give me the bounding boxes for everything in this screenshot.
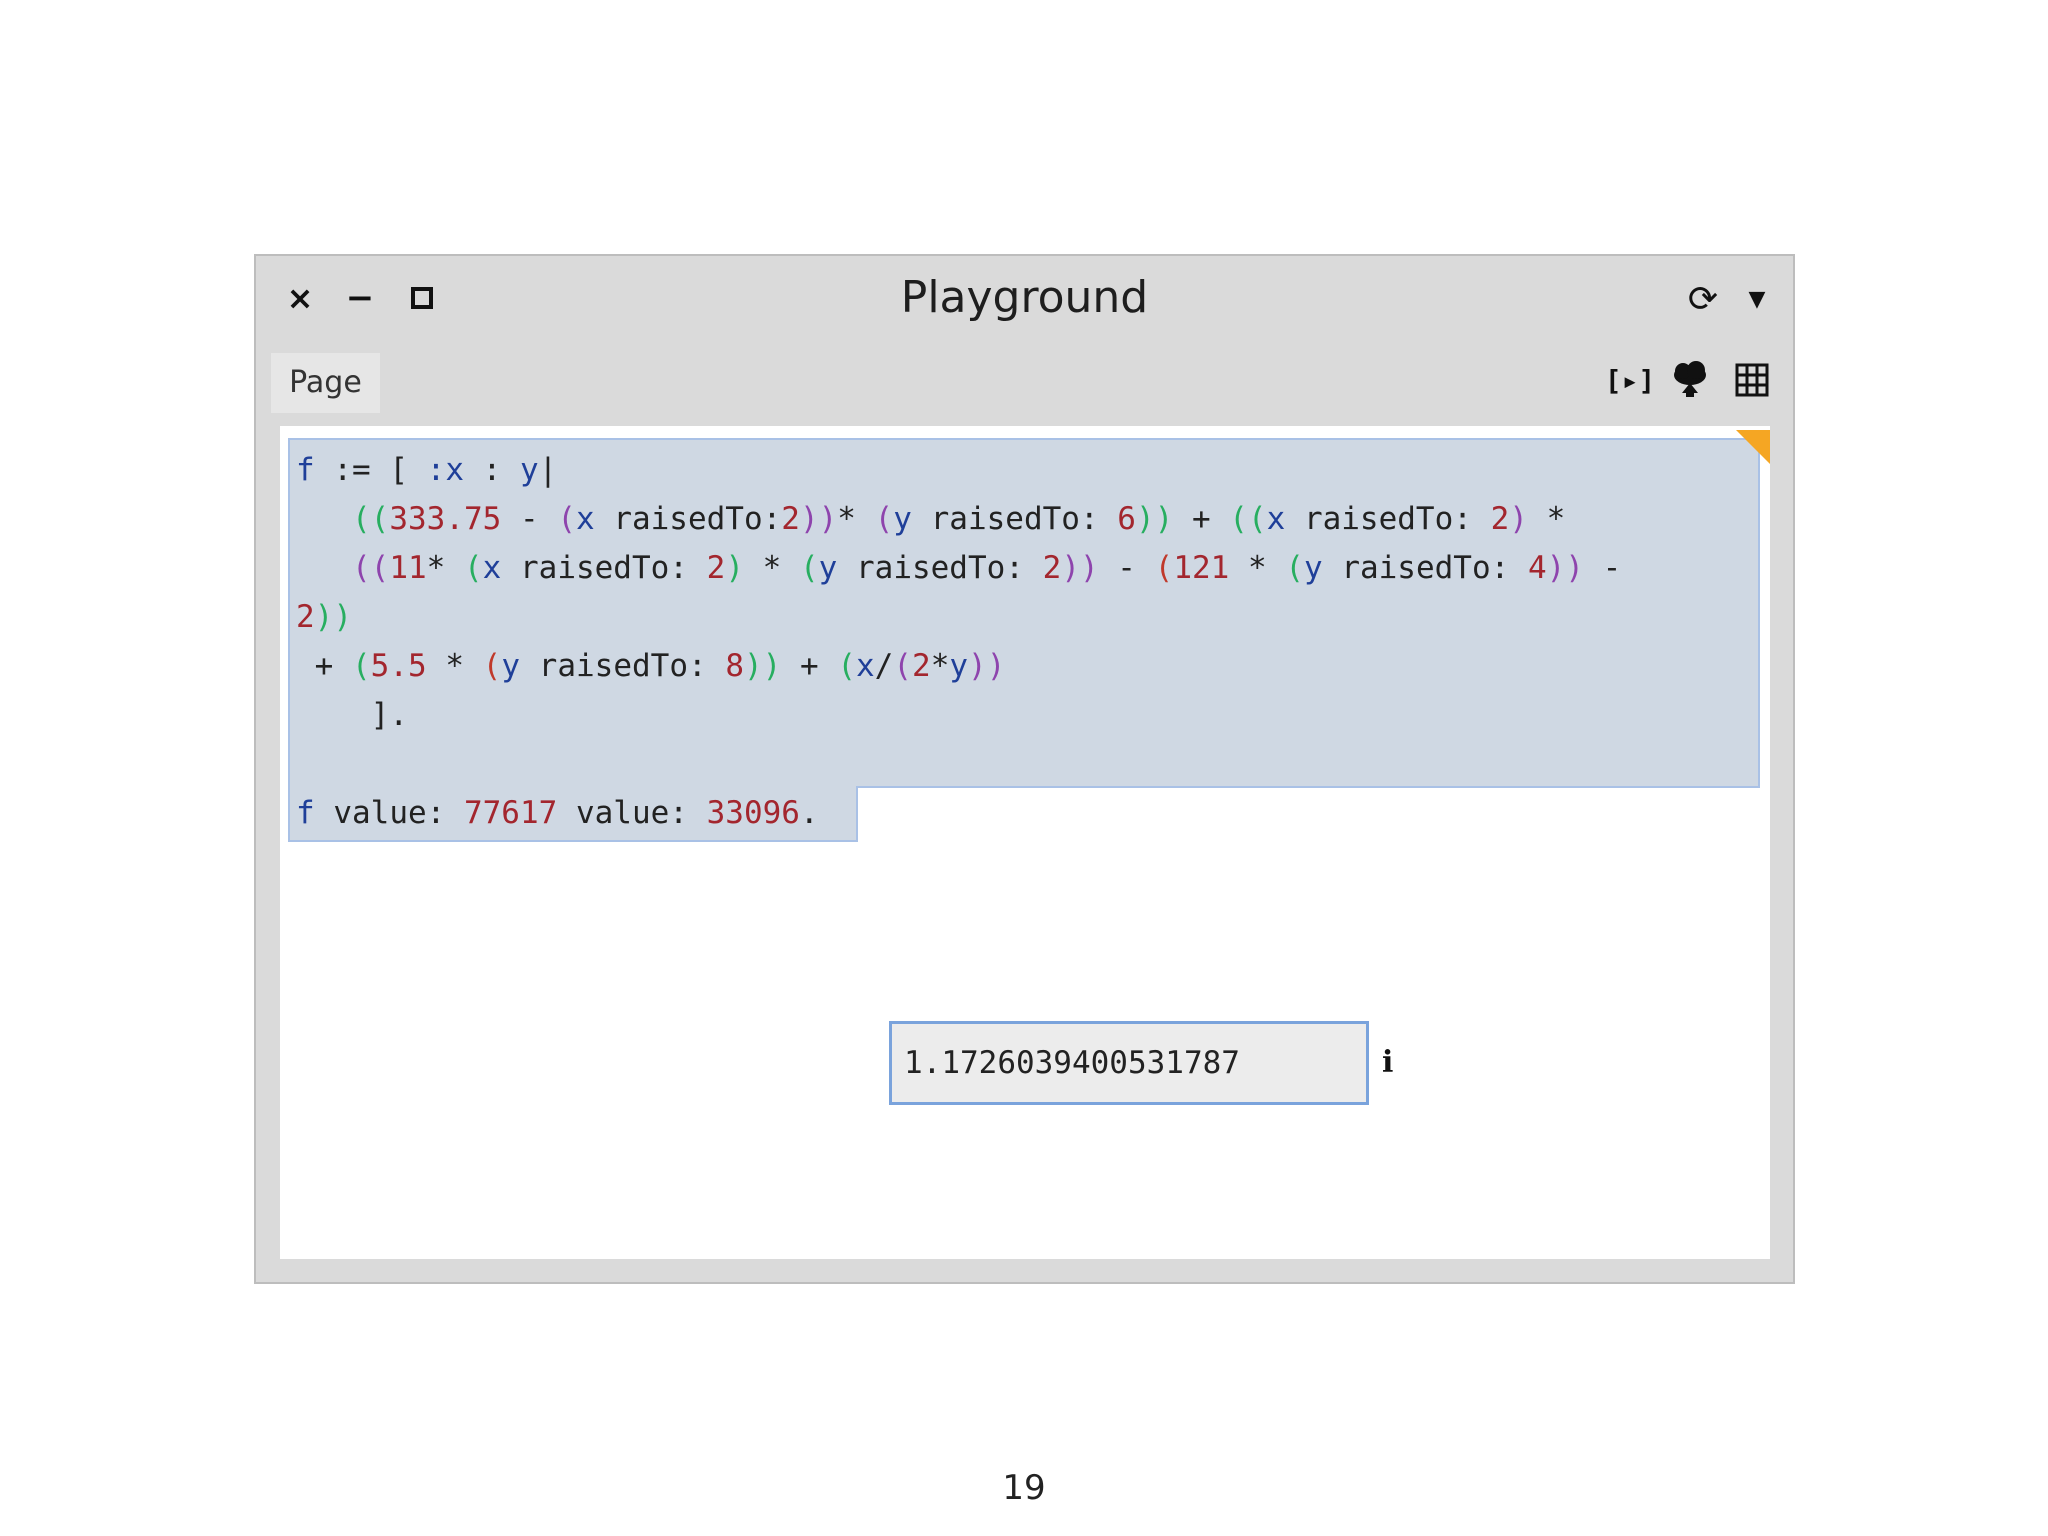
code-token: := [ (314, 452, 427, 488)
refresh-icon[interactable]: ⟳ (1681, 278, 1725, 322)
code-token: raisedTo: (520, 648, 726, 684)
code-token: raisedTo: (837, 550, 1043, 586)
code-token: ( (893, 648, 913, 684)
code-token: * (1229, 550, 1286, 586)
code-token: 2 (781, 501, 800, 537)
code-token: )) (968, 648, 1006, 684)
code-token: x (575, 501, 595, 537)
code-token: y (893, 501, 912, 537)
window-title: Playground (900, 272, 1149, 323)
chevron-down-icon[interactable]: ▼ (1739, 278, 1775, 322)
code-token: ( (557, 501, 576, 537)
code-token: :x (426, 452, 464, 488)
code-token: . (799, 795, 819, 831)
code-token: )) (1135, 501, 1174, 537)
code-token: ( (874, 501, 894, 537)
code-token: 2 (1042, 550, 1062, 586)
code-token: value: (557, 795, 707, 831)
info-icon[interactable]: i (1382, 1021, 1406, 1105)
code-token: y (501, 648, 521, 684)
code-token: + (296, 648, 352, 684)
code-token: 8 (725, 648, 744, 684)
code-token: - (1583, 550, 1622, 586)
code-token: ) (1509, 501, 1528, 537)
code-token: )) (744, 648, 782, 684)
code-token: ( (837, 648, 856, 684)
code-token: y (818, 550, 838, 586)
code-token: 11 (389, 550, 427, 586)
code-token: 4 (1527, 550, 1547, 586)
code-token: 77617 (463, 795, 558, 831)
code-token: )) (1061, 550, 1099, 586)
page-number: 19 (1002, 1468, 1046, 1508)
code-token: ]. (296, 697, 408, 733)
slide: × − Playground ⟳ ▼ Page [▸] f:= [:x: … (0, 0, 2048, 1536)
code-token: 33096 (706, 795, 800, 831)
code-token: f (296, 795, 315, 831)
code-token: 2 (912, 648, 931, 684)
code-token: (( (352, 501, 390, 537)
code-token: )) (314, 599, 352, 635)
code-token: raisedTo: (1285, 501, 1491, 537)
code-token: 121 (1173, 550, 1230, 586)
code-token: * (426, 648, 483, 684)
code-token: y (949, 648, 969, 684)
code-token: 2 (1490, 501, 1510, 537)
code-token: x (1266, 501, 1286, 537)
code-token: )) (1546, 550, 1584, 586)
code-token: y (1303, 550, 1323, 586)
code-token: raisedTo: (501, 550, 707, 586)
code-token: + (781, 648, 838, 684)
code-token: | (538, 452, 558, 488)
corner-marker (1736, 430, 1770, 464)
code-token: + (1173, 501, 1230, 537)
playground-window: × − Playground ⟳ ▼ Page [▸] f:= [:x: … (254, 254, 1795, 1284)
code-token: ) (725, 550, 744, 586)
code-token: x (856, 648, 875, 684)
code-token: (( (1229, 501, 1267, 537)
code-token: 6 (1117, 501, 1136, 537)
code-token: (( (352, 550, 390, 586)
code-token: x (482, 550, 502, 586)
code-token: ( (799, 550, 819, 586)
title-bar[interactable]: × − Playground ⟳ ▼ (256, 256, 1793, 340)
code-token: * (426, 550, 464, 586)
code-token: 2 (706, 550, 726, 586)
code-token: * (1527, 501, 1566, 537)
code-token: - (501, 501, 558, 537)
code-token: raisedTo: (911, 501, 1118, 537)
code-token: raisedTo: (594, 501, 782, 537)
code-text[interactable]: f := [ :x : y| ((333.75 - (x raisedTo:2)… (296, 446, 1621, 838)
result-field[interactable]: 1.1726039400531787 (889, 1021, 1369, 1105)
code-token: : (463, 452, 520, 488)
code-token: raisedTo: (1322, 550, 1528, 586)
code-token: ( (482, 648, 502, 684)
code-token: ( (1154, 550, 1174, 586)
code-token: / (874, 648, 894, 684)
code-token: value: (314, 795, 464, 831)
code-token: 5.5 (370, 648, 427, 684)
code-token: * (743, 550, 800, 586)
code-token: )) (799, 501, 838, 537)
code-token: y (519, 452, 539, 488)
run-icon[interactable]: [▸] (1605, 356, 1656, 404)
code-token: f (296, 452, 315, 488)
code-token: 333.75 (389, 501, 502, 537)
code-token: - (1098, 550, 1155, 586)
code-editor[interactable]: f := [ :x : y| ((333.75 - (x raisedTo:2)… (280, 426, 1770, 1259)
code-token: * (930, 648, 950, 684)
code-token: 2 (296, 599, 315, 635)
code-token: ( (463, 550, 483, 586)
code-token: ( (352, 648, 371, 684)
table-grid-icon[interactable] (1727, 356, 1777, 404)
code-token: ( (1285, 550, 1304, 586)
cloud-upload-icon[interactable] (1665, 356, 1715, 404)
tab-page[interactable]: Page (271, 353, 380, 413)
code-token: * (837, 501, 875, 537)
